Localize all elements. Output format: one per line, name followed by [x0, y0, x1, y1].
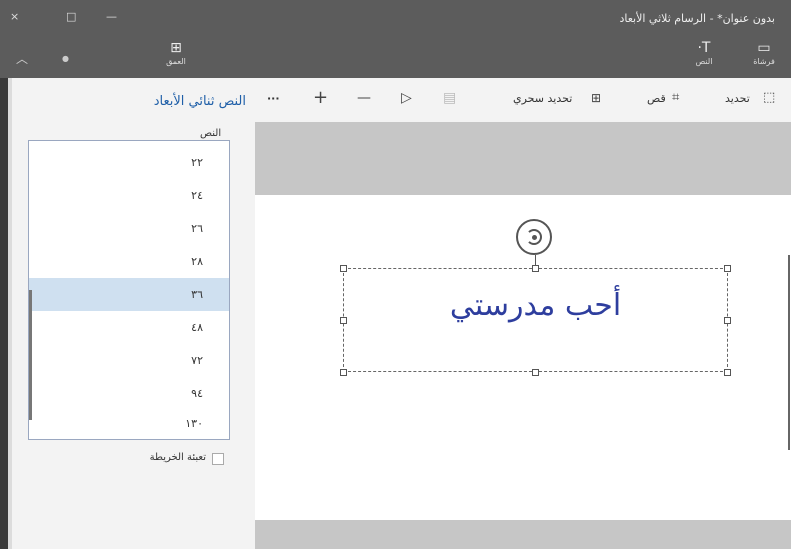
- paste-icon[interactable]: ▤: [443, 90, 456, 106]
- window-title: بدون عنوان* - الرسام ثلاثي الأبعاد: [619, 12, 775, 25]
- list-item[interactable]: ١٣٠: [29, 407, 229, 440]
- list-item-selected[interactable]: ٣٦: [29, 278, 229, 311]
- text-tool-button[interactable]: ·T النص: [686, 40, 722, 74]
- minimize-icon[interactable]: —: [106, 10, 117, 23]
- list-item[interactable]: ٢٦: [29, 212, 229, 245]
- fill-checkbox-label: تعبئة الخريطة: [149, 452, 206, 463]
- resize-handle[interactable]: [532, 369, 539, 376]
- list-item[interactable]: ٢٨: [29, 245, 229, 278]
- list-item[interactable]: ٩٤: [29, 377, 229, 410]
- maximize-icon[interactable]: □: [66, 10, 76, 23]
- dot-icon[interactable]: ●: [62, 54, 69, 63]
- rotate-handle[interactable]: [516, 219, 552, 255]
- text-tool-label: النص: [695, 57, 713, 66]
- chevron-up-icon[interactable]: ︿: [16, 50, 28, 67]
- depth-label: العمق: [166, 57, 186, 66]
- left-edge: [0, 78, 8, 549]
- resize-handle[interactable]: [724, 265, 731, 272]
- resize-handle[interactable]: [340, 369, 347, 376]
- font-size-list[interactable]: ٢٢ ٢٤ ٢٦ ٢٨ ٣٦ ٤٨ ٧٢ ٩٤ ١٣٠: [28, 140, 230, 440]
- fill-checkbox[interactable]: [212, 453, 224, 465]
- depth-tool-button[interactable]: ⊞ العمق: [158, 40, 194, 74]
- canvas-background-bottom: [255, 520, 791, 549]
- app-ribbon: × □ — بدون عنوان* - الرسام ثلاثي الأبعاد…: [0, 0, 791, 78]
- brushes-tool-button[interactable]: ▭ فرشاة: [746, 40, 782, 74]
- tag-icon[interactable]: ▷: [401, 90, 412, 106]
- canvas-text[interactable]: أحب مدرستي: [343, 288, 728, 323]
- resize-handle[interactable]: [340, 265, 347, 272]
- list-item[interactable]: ٢٤: [29, 179, 229, 212]
- zoom-in-button[interactable]: +: [313, 87, 328, 108]
- depth-icon: ⊞: [170, 40, 182, 56]
- resize-handle[interactable]: [532, 265, 539, 272]
- list-item[interactable]: ٧٢: [29, 344, 229, 377]
- magic-select-icon[interactable]: ⊞: [591, 91, 601, 105]
- list-scrollbar[interactable]: [29, 290, 32, 420]
- select-icon[interactable]: ⬚: [763, 90, 775, 105]
- magic-select-button[interactable]: تحديد سحري: [513, 92, 572, 105]
- list-item[interactable]: ٢٢: [29, 146, 229, 179]
- list-item[interactable]: ٤٨: [29, 311, 229, 344]
- crop-button[interactable]: قص: [647, 92, 666, 105]
- resize-handle[interactable]: [724, 369, 731, 376]
- canvas-background-top: [255, 122, 791, 195]
- select-button[interactable]: تحديد: [725, 92, 750, 105]
- close-icon[interactable]: ×: [10, 10, 19, 23]
- crop-icon[interactable]: ⌗: [672, 90, 679, 105]
- canvas-toolbar: ··· + — ▷ ▤ ⊞ تحديد سحري ⌗ قص ⬚ تحديد: [255, 86, 791, 116]
- brushes-label: فرشاة: [753, 57, 775, 66]
- font-size-label: النص: [200, 128, 222, 139]
- text-t-icon: ·T: [697, 40, 711, 56]
- zoom-out-button[interactable]: —: [357, 90, 371, 106]
- panel-title: النص ثنائي الأبعاد: [153, 94, 246, 109]
- rectangle-icon: ▭: [757, 40, 771, 56]
- more-button[interactable]: ···: [267, 92, 280, 105]
- canvas-edge: [788, 255, 790, 450]
- rotate-dot: [532, 235, 537, 240]
